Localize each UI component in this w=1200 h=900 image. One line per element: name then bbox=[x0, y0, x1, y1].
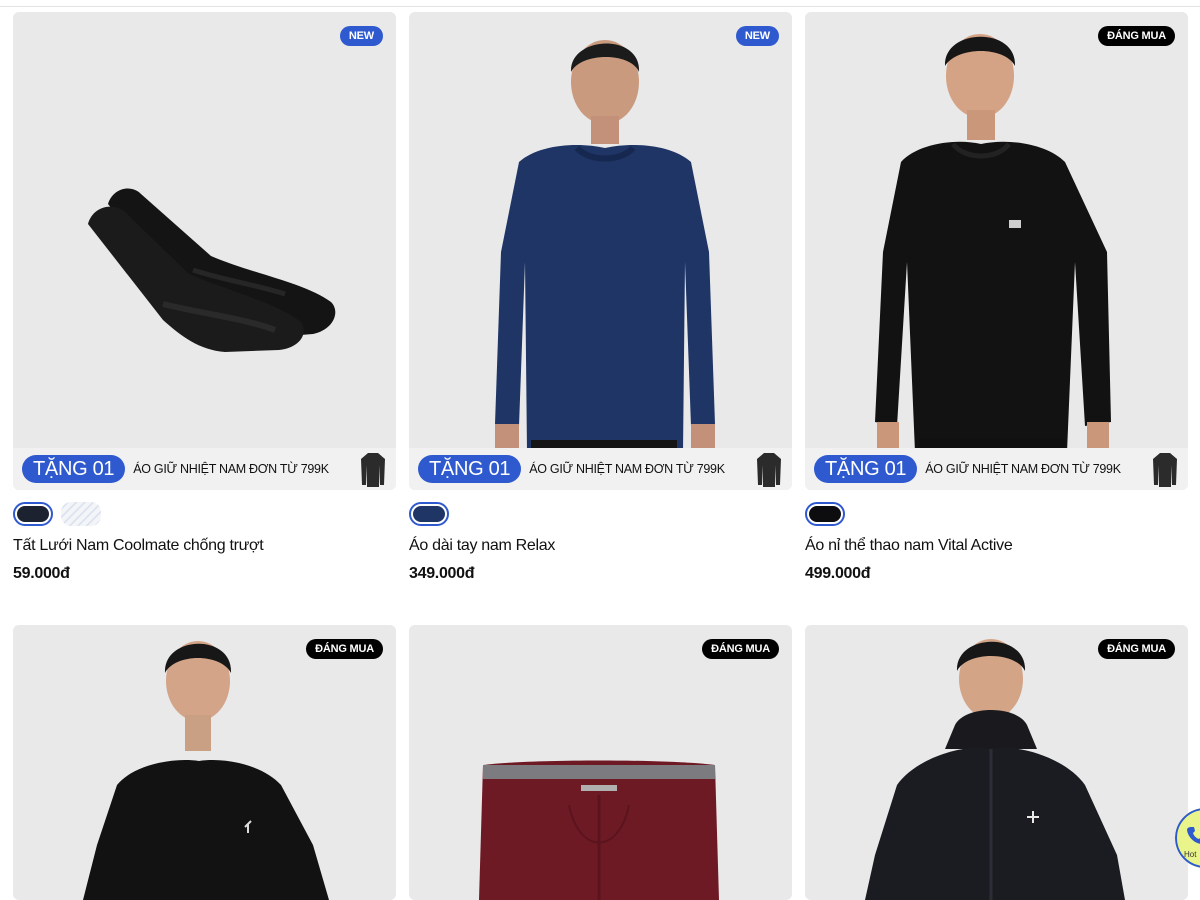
product-card[interactable]: NEW TẶNG 01 ÁO GIỮ NHIỆT NAM ĐƠN TỪ 799K… bbox=[409, 12, 792, 583]
color-swatches bbox=[805, 500, 1188, 528]
thermal-shirt-icon bbox=[757, 453, 781, 487]
product-card[interactable]: ĐÁNG MUA TẶNG 01 ÁO GIỮ NHIỆT NAM ĐƠN TỪ… bbox=[805, 12, 1188, 583]
model-black-sweatshirt-image bbox=[875, 34, 1111, 490]
product-name[interactable]: Tất Lưới Nam Coolmate chống trượt bbox=[13, 537, 396, 555]
product-card[interactable]: NEW TẶNG 01 ÁO GIỮ NHIỆT NAM ĐƠN TỪ 799K… bbox=[13, 12, 396, 583]
promo-text: ÁO GIỮ NHIỆT NAM ĐƠN TỪ 799K bbox=[529, 462, 725, 476]
product-price: 499.000đ bbox=[805, 565, 871, 582]
promo-banner[interactable]: TẶNG 01 ÁO GIỮ NHIỆT NAM ĐƠN TỪ 799K bbox=[409, 448, 792, 490]
product-image[interactable]: NEW TẶNG 01 ÁO GIỮ NHIỆT NAM ĐƠN TỪ 799K bbox=[13, 12, 396, 490]
promo-pill: TẶNG 01 bbox=[814, 455, 918, 483]
new-badge: NEW bbox=[735, 26, 779, 46]
promo-pill: TẶNG 01 bbox=[22, 455, 126, 483]
product-name[interactable]: Áo dài tay nam Relax bbox=[409, 537, 792, 555]
color-swatch-dark[interactable] bbox=[13, 502, 53, 526]
product-image[interactable]: ĐÁNG MUA bbox=[409, 625, 792, 900]
best-buy-badge: ĐÁNG MUA bbox=[702, 639, 779, 659]
color-swatch-navy[interactable] bbox=[409, 502, 449, 526]
best-buy-badge: ĐÁNG MUA bbox=[306, 639, 383, 659]
thermal-shirt-icon bbox=[1153, 453, 1177, 487]
color-swatches bbox=[13, 500, 396, 528]
product-image[interactable]: ĐÁNG MUA bbox=[805, 625, 1188, 900]
color-swatch-black[interactable] bbox=[805, 502, 845, 526]
model-black-jacket-image bbox=[865, 639, 1125, 900]
promo-pill: TẶNG 01 bbox=[418, 455, 522, 483]
top-divider bbox=[0, 6, 1200, 7]
product-price: 59.000đ bbox=[13, 565, 70, 582]
product-card[interactable]: ĐÁNG MUA bbox=[409, 625, 792, 900]
product-card[interactable]: ĐÁNG MUA bbox=[805, 625, 1188, 900]
product-price: 349.000đ bbox=[409, 565, 475, 582]
color-swatch-white[interactable] bbox=[61, 502, 101, 526]
promo-text: ÁO GIỮ NHIỆT NAM ĐƠN TỪ 799K bbox=[925, 462, 1121, 476]
best-buy-badge: ĐÁNG MUA bbox=[1098, 639, 1175, 659]
color-swatches bbox=[409, 500, 792, 528]
product-image[interactable]: ĐÁNG MUA TẶNG 01 ÁO GIỮ NHIỆT NAM ĐƠN TỪ… bbox=[805, 12, 1188, 490]
boxer-briefs-image bbox=[479, 760, 719, 900]
socks-image bbox=[88, 188, 336, 352]
phone-icon bbox=[1187, 827, 1200, 844]
thermal-shirt-icon bbox=[361, 453, 385, 487]
product-image[interactable]: ĐÁNG MUA bbox=[13, 625, 396, 900]
product-name[interactable]: Áo nỉ thể thao nam Vital Active bbox=[805, 537, 1188, 555]
product-image[interactable]: NEW TẶNG 01 ÁO GIỮ NHIỆT NAM ĐƠN TỪ 799K bbox=[409, 12, 792, 490]
model-black-tee-image bbox=[83, 641, 329, 900]
best-buy-badge: ĐÁNG MUA bbox=[1098, 26, 1175, 46]
product-card[interactable]: ĐÁNG MUA bbox=[13, 625, 396, 900]
promo-text: ÁO GIỮ NHIỆT NAM ĐƠN TỪ 799K bbox=[133, 462, 329, 476]
model-navy-shirt-image bbox=[495, 40, 715, 490]
hotline-label: Hot bbox=[1184, 850, 1197, 859]
new-badge: NEW bbox=[339, 26, 383, 46]
promo-banner[interactable]: TẶNG 01 ÁO GIỮ NHIỆT NAM ĐƠN TỪ 799K bbox=[805, 448, 1188, 490]
promo-banner[interactable]: TẶNG 01 ÁO GIỮ NHIỆT NAM ĐƠN TỪ 799K bbox=[13, 448, 396, 490]
